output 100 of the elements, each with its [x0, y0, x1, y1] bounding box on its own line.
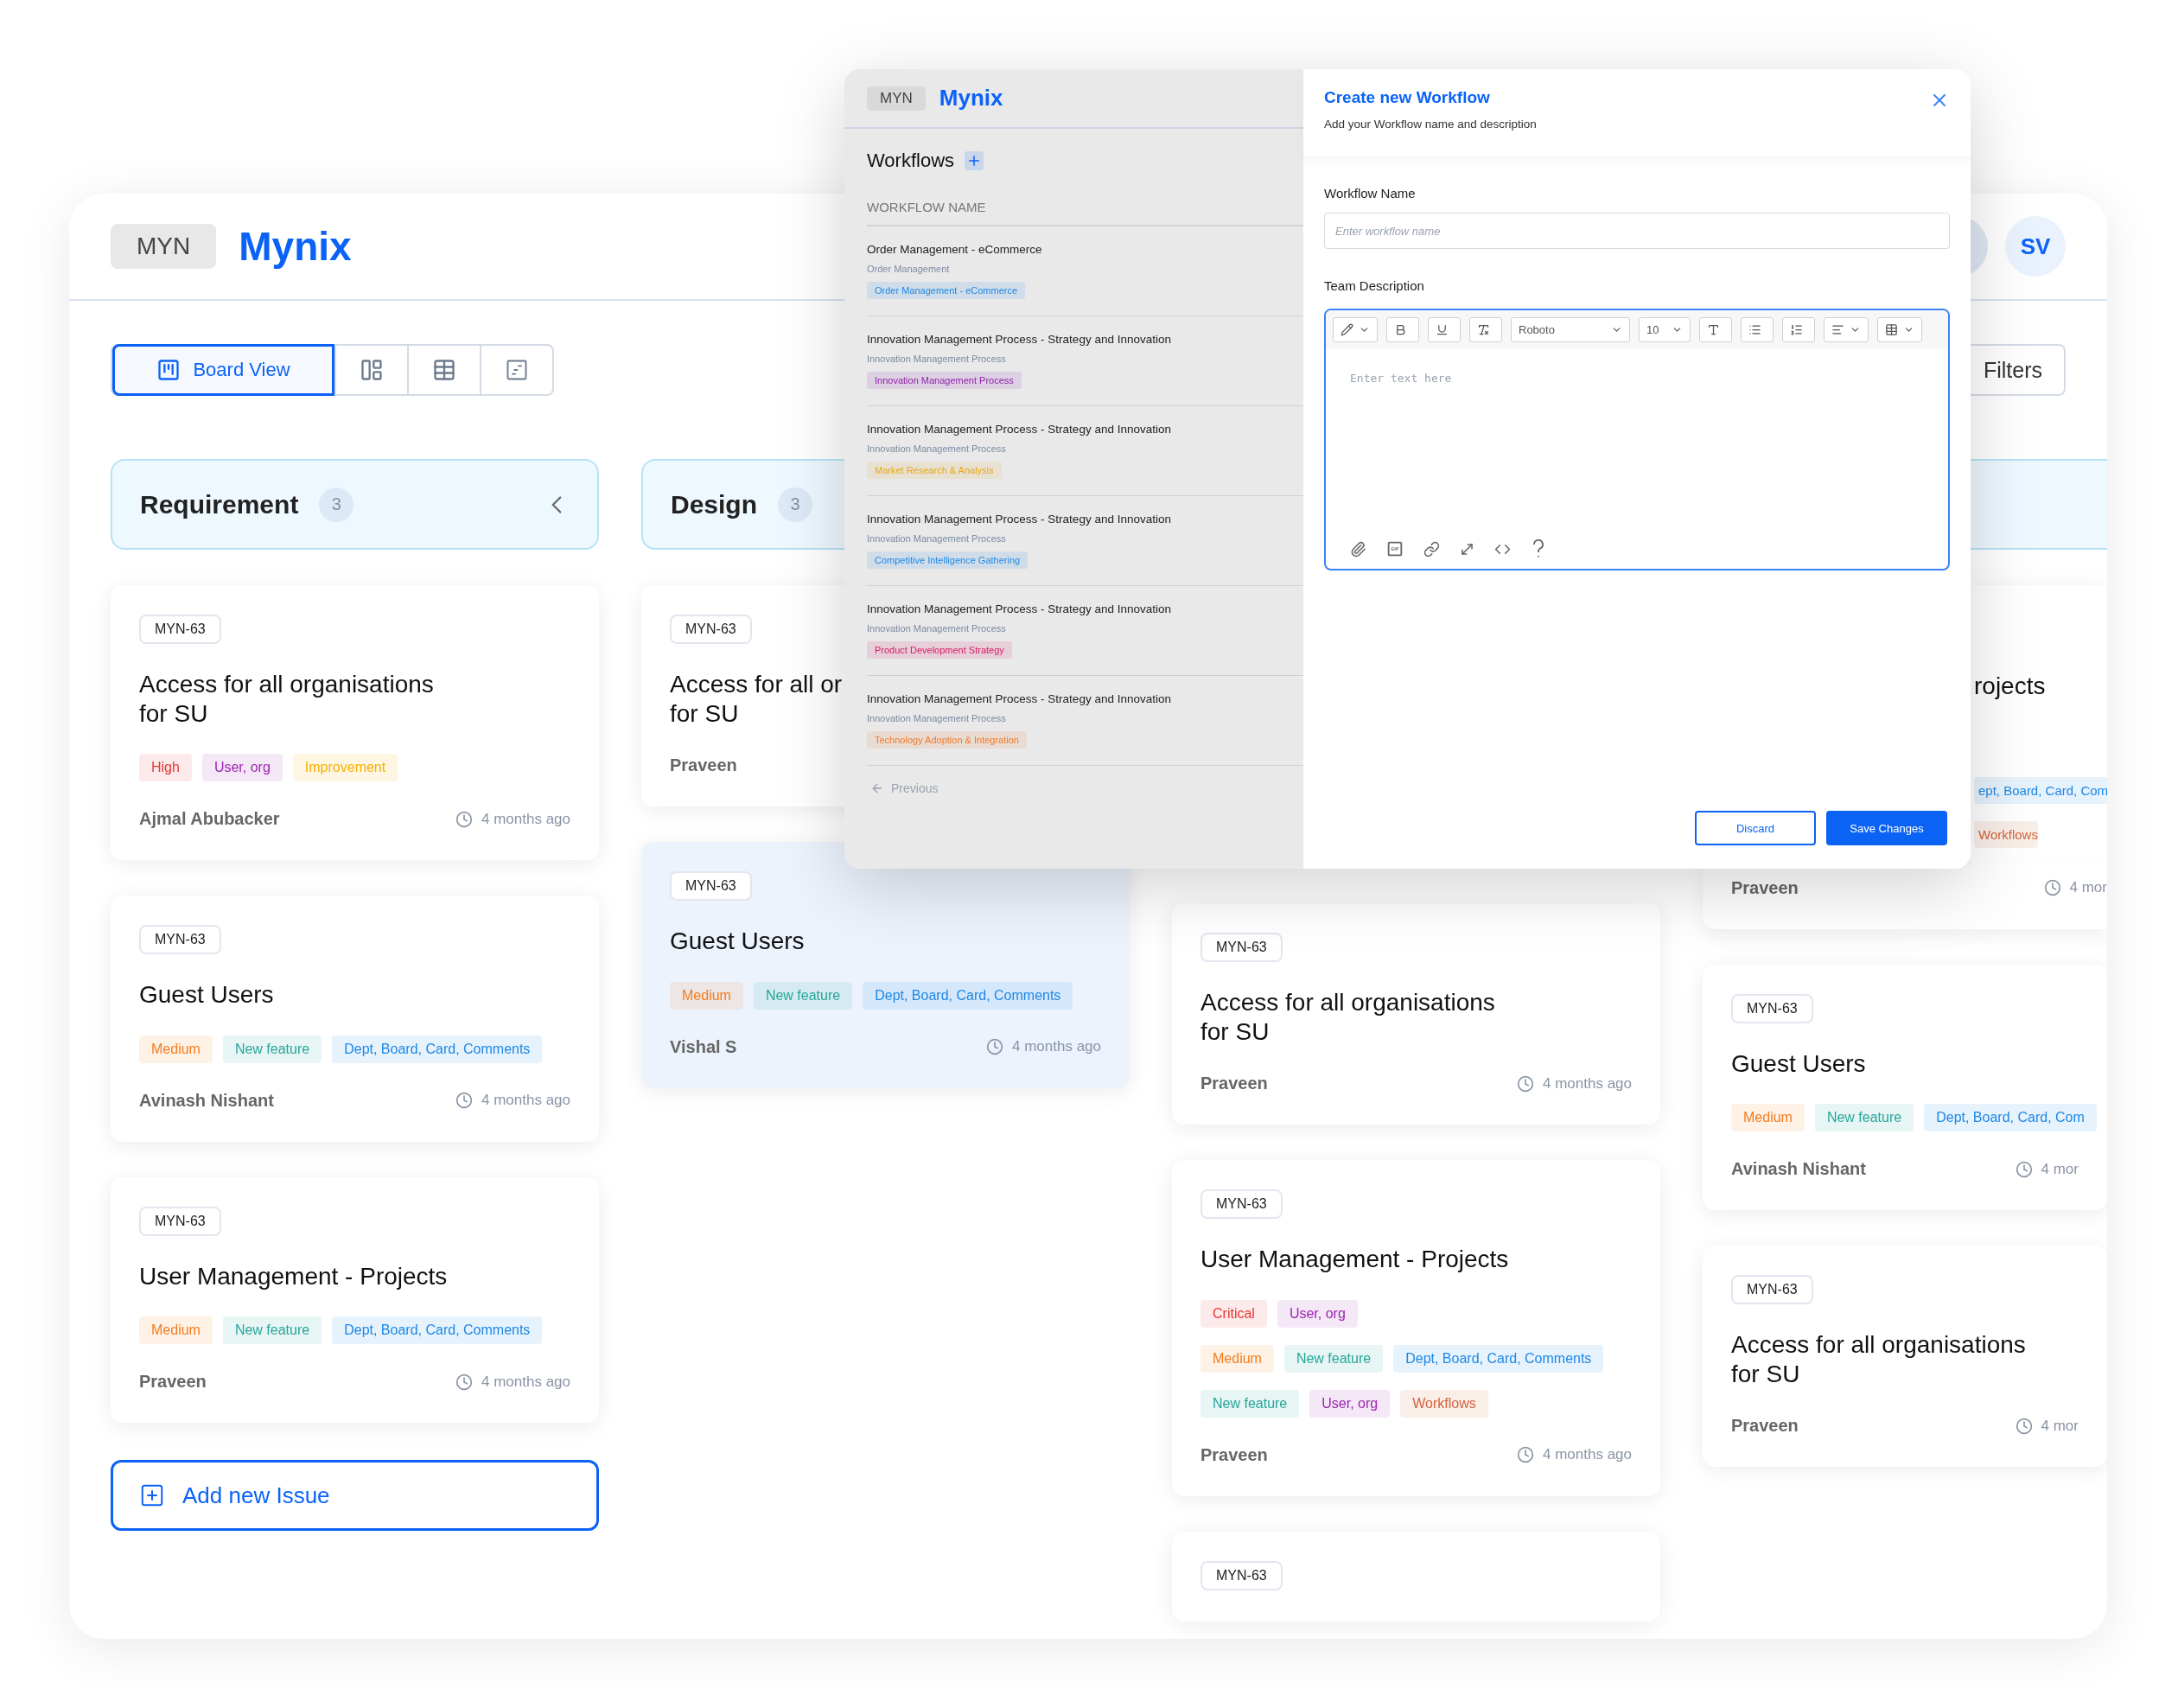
- workflow-tag: Product Development Strategy: [867, 641, 1012, 659]
- issue-card[interactable]: MYN-63 Guest Users Medium New feature Dept, Board, Card, Com Avinash Nishant 4 mor: [1703, 964, 2107, 1211]
- issue-card[interactable]: MYN-63 Guest Users Medium New feature Dept, Board, Card, Comments Avinash Nishant 4 months ago: [111, 895, 599, 1142]
- workflow-title[interactable]: Innovation Management Process - Strategy and Innovation: [867, 692, 1171, 705]
- workflow-title[interactable]: Innovation Management Process - Strategy and Innovation: [867, 423, 1171, 436]
- workflow-subtitle: Innovation Management Process: [867, 354, 1006, 364]
- assignee-name: Vishal S: [670, 1036, 737, 1057]
- tag: ept, Board, Card, Com: [1974, 776, 2107, 804]
- assignee-name: Praveen: [1200, 1074, 1268, 1094]
- issue-title: Access for all organisations for SU: [1731, 1330, 2026, 1389]
- clock-icon: [986, 1038, 1003, 1056]
- size-select[interactable]: 10: [1639, 317, 1691, 342]
- time-ago: 4 mor: [2041, 1417, 2079, 1435]
- clock-icon: [455, 810, 473, 828]
- issue-card[interactable]: rojects ept, Board, Card, Com Workflows: [1971, 585, 2107, 864]
- time-ago: 4 months ago: [481, 1092, 570, 1110]
- tag: Workflows: [1974, 820, 2038, 848]
- brand-name: Mynix: [239, 223, 352, 270]
- view-button[interactable]: Board View: [112, 344, 334, 396]
- bullet-list-button[interactable]: [1741, 317, 1774, 342]
- issue-id: MYN-63: [139, 1206, 221, 1236]
- workflow-name-field[interactable]: Enter workflow name: [1324, 213, 1950, 249]
- issue-title: User Management - Projects: [139, 1261, 448, 1291]
- workflow-subtitle: Order Management: [867, 264, 950, 274]
- issue-card[interactable]: MYN-63 User Management - Projects Medium New feature Dept, Board, Card, Comments Praveen 4 months ago: [111, 1176, 599, 1424]
- assignee-name: Praveen: [1731, 877, 1799, 898]
- table-button[interactable]: [1877, 317, 1922, 342]
- underline-icon: [1436, 323, 1449, 336]
- time-ago: 4 months ago: [481, 1373, 570, 1391]
- clock-icon: [1517, 1446, 1534, 1464]
- font-select[interactable]: Roboto: [1511, 317, 1630, 342]
- count-badge: 3: [778, 487, 813, 522]
- assignee-name: Praveen: [670, 755, 737, 776]
- issue-id: MYN-63: [1200, 933, 1283, 962]
- issue-id: MYN-63: [670, 871, 752, 902]
- assignee-name: Ajmal Abubacker: [139, 809, 280, 830]
- clock-icon: [455, 1092, 473, 1110]
- tag: Medium: [1731, 1104, 1805, 1132]
- tag: New feature: [1200, 1389, 1300, 1418]
- issue-card[interactable]: MYN-63 Guest Users Medium New feature Dept, Board, Card, Comments Vishal S 4 months ago: [641, 842, 1130, 1088]
- time-ago: 4 months ago: [1543, 1074, 1632, 1093]
- pen-button[interactable]: [1333, 317, 1378, 342]
- numbered-list-button[interactable]: [1782, 317, 1815, 342]
- clear-format-icon: [1477, 323, 1490, 336]
- issue-card[interactable]: MYN-63 User Management - Projects Critical User, org Medium New feature Dept, Board, Card, Comments New feature User, org Workflows Praveen 4 months ago: [1172, 1160, 1660, 1496]
- kanban-icon: [156, 358, 182, 382]
- add-workflow-button[interactable]: [965, 151, 984, 170]
- issue-id: MYN-63: [1731, 1275, 1813, 1305]
- link-icon[interactable]: [1423, 540, 1440, 558]
- time-ago: 4 months ago: [1012, 1038, 1101, 1056]
- tag: Medium: [139, 1316, 213, 1345]
- underline-button[interactable]: [1428, 317, 1461, 342]
- workflows-title: Workflows: [867, 150, 955, 172]
- issue-card[interactable]: MYN-63 Access for all organisations for SU Praveen 4 months ago: [1172, 903, 1660, 1125]
- issue-card[interactable]: MYN-63: [1172, 1531, 1660, 1622]
- issue-id: MYN-63: [1200, 1189, 1283, 1220]
- issue-card[interactable]: MYN-63 Access for all organisations for SU Praveen 4 mor: [1703, 1246, 2107, 1468]
- table-icon: [1885, 323, 1898, 336]
- issue-card[interactable]: MYN-63 Access for all organisations for SU High User, org Improvement Ajmal Abubacker 4 months ago: [111, 585, 599, 861]
- text-style-button[interactable]: [1699, 317, 1732, 342]
- bullet-list-icon: [1748, 323, 1761, 336]
- logo-badge: MYN: [111, 224, 217, 269]
- clear-format-button[interactable]: [1469, 317, 1502, 342]
- tag: User, org: [1309, 1389, 1391, 1418]
- paperclip-icon[interactable]: [1350, 540, 1366, 558]
- tag: Medium: [670, 981, 743, 1010]
- issue-title: Access for all or for SU: [670, 670, 843, 729]
- issue-title: Access for all organisations for SU: [1200, 988, 1495, 1047]
- issue-id: MYN-63: [139, 615, 221, 644]
- workflow-title[interactable]: Innovation Management Process - Strategy and Innovation: [867, 513, 1171, 526]
- add-issue-button[interactable]: Add new Issue: [111, 1460, 599, 1532]
- count-badge: 3: [319, 487, 354, 522]
- gif-icon[interactable]: [1385, 539, 1404, 558]
- rich-text-editor[interactable]: Roboto 10 Enter text here: [1324, 309, 1950, 570]
- issue-title: User Management - Projects: [1200, 1245, 1509, 1274]
- tag: Dept, Board, Card, Comments: [863, 981, 1073, 1010]
- tag: New feature: [1283, 1344, 1384, 1373]
- issue-title: Guest Users: [139, 980, 274, 1010]
- bold-button[interactable]: [1386, 317, 1419, 342]
- assignee-name: Avinash Nishant: [139, 1090, 274, 1111]
- user-avatar[interactable]: SV: [2005, 216, 2066, 277]
- discard-button[interactable]: Discard: [1695, 811, 1816, 845]
- workflow-title[interactable]: Innovation Management Process - Strategy and Innovation: [867, 333, 1171, 346]
- column-title: Design: [671, 489, 758, 519]
- workflow-tag: Technology Adoption & Integration: [867, 731, 1027, 749]
- workflow-title[interactable]: Order Management - eCommerce: [867, 243, 1042, 256]
- brand-name: Mynix: [939, 85, 1003, 112]
- time-ago: 4 months ago: [1543, 1446, 1632, 1464]
- tag: User, org: [201, 754, 283, 782]
- tag: New feature: [222, 1035, 322, 1063]
- save-button[interactable]: Save Changes: [1826, 811, 1947, 845]
- align-button[interactable]: [1824, 317, 1869, 342]
- tag: New feature: [222, 1316, 322, 1345]
- workflow-tag: Order Management - eCommerce: [867, 282, 1026, 299]
- issue-title: rojects: [1974, 672, 2046, 701]
- tag: User, org: [1277, 1299, 1358, 1328]
- clock-icon: [2015, 1417, 2033, 1435]
- workflow-tag: Innovation Management Process: [867, 372, 1022, 389]
- workflow-title[interactable]: Innovation Management Process - Strategy and Innovation: [867, 602, 1171, 615]
- dialog-title: Create new Workflow: [1324, 88, 1491, 107]
